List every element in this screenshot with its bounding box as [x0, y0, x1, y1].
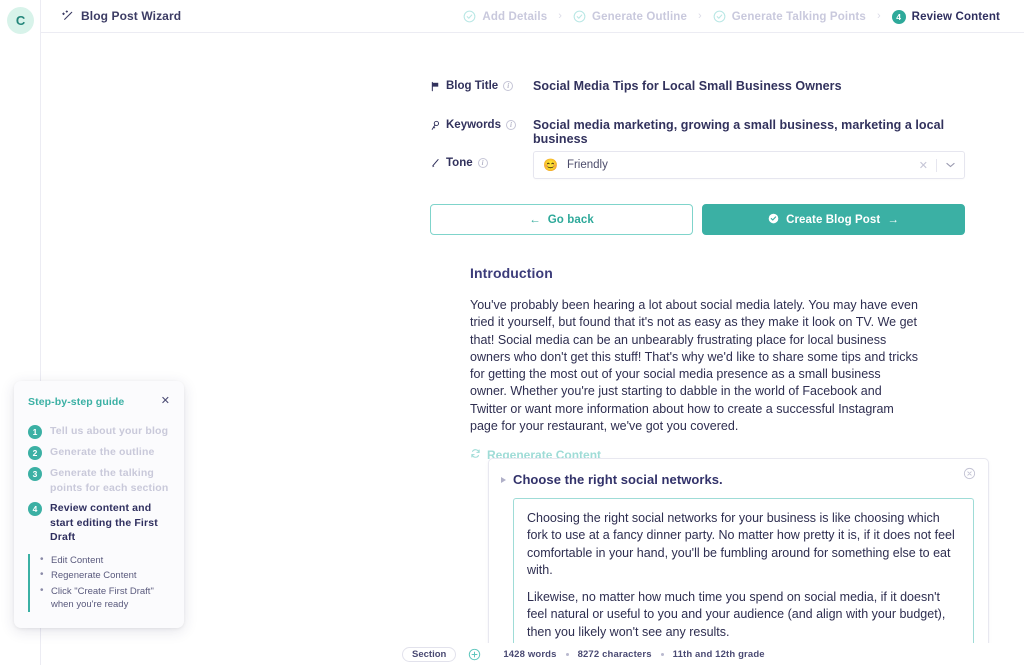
separator-dot — [566, 653, 569, 656]
guide-header: Step-by-step guide ✕ — [28, 396, 170, 408]
blog-title-label-text: Blog Title — [446, 80, 498, 92]
chevron-down-icon[interactable] — [937, 162, 964, 168]
main-content: Blog Title i Social Media Tips for Local… — [41, 33, 1024, 665]
guide-step-badge: 4 — [28, 502, 42, 516]
introduction-block: Introduction You've probably been hearin… — [470, 265, 921, 464]
field-tone: Tone i 😊 Friendly ✕ — [430, 156, 965, 196]
section-paragraph: Choosing the right social networks for y… — [527, 510, 960, 579]
status-bar: Section 1428 words 8272 characters 11th … — [82, 643, 1024, 665]
arrow-left-icon: ← — [529, 214, 541, 226]
plus-circle-icon[interactable] — [468, 648, 481, 661]
blog-meta-form: Blog Title i Social Media Tips for Local… — [430, 79, 965, 196]
info-icon[interactable]: i — [506, 120, 516, 130]
close-x-icon[interactable]: ✕ — [161, 396, 170, 407]
pen-icon — [430, 158, 441, 169]
document-stats: 1428 words 8272 characters 11th and 12th… — [503, 649, 764, 660]
go-back-label: Go back — [548, 214, 594, 226]
wizard-title-label: Blog Post Wizard — [81, 9, 181, 23]
guide-step-2: 2 Generate the outline — [28, 445, 170, 460]
top-bar: Blog Post Wizard Add Details › Generate — [41, 0, 1024, 33]
guide-bullet: Click "Create First Draft" when you're r… — [40, 585, 170, 612]
triangle-right-icon[interactable] — [501, 477, 506, 483]
avatar[interactable]: C — [7, 7, 34, 34]
go-back-button[interactable]: ← Go back — [430, 204, 693, 235]
character-count: 8272 characters — [578, 649, 652, 660]
guide-bullet: Edit Content — [40, 554, 170, 568]
magic-wand-icon — [62, 10, 74, 22]
separator-dot — [661, 653, 664, 656]
guide-bullet: Regenerate Content — [40, 569, 170, 583]
section-card: Choose the right social networks. Choosi… — [488, 458, 989, 665]
guide-step-badge: 3 — [28, 467, 42, 481]
guide-steps: 1 Tell us about your blog 2 Generate the… — [28, 424, 170, 545]
info-icon[interactable]: i — [503, 81, 513, 91]
info-icon[interactable]: i — [478, 158, 488, 168]
step-review-content[interactable]: 4 Review Content — [892, 10, 1000, 24]
step-label: Add Details — [482, 11, 547, 23]
wizard-title: Blog Post Wizard — [62, 9, 181, 23]
keywords-label: Keywords i — [430, 118, 533, 131]
guide-step-3: 3 Generate the talking points for each s… — [28, 466, 170, 495]
circle-check-icon — [713, 10, 726, 23]
circle-check-icon — [573, 10, 586, 23]
tone-selected-value: Friendly — [567, 159, 608, 171]
step-label: Generate Talking Points — [732, 11, 866, 23]
create-blog-post-label: Create Blog Post — [786, 214, 880, 226]
step-label: Generate Outline — [592, 11, 687, 23]
create-blog-post-button[interactable]: Create Blog Post → — [702, 204, 965, 235]
arrow-right-icon: → — [887, 214, 899, 226]
section-pill[interactable]: Section — [402, 647, 456, 662]
wizard-actions: ← Go back Create Blog Post → — [430, 204, 965, 235]
guide-title: Step-by-step guide — [28, 396, 124, 408]
guide-step-badge: 1 — [28, 425, 42, 439]
guide-step-text: Review content and start editing the Fir… — [50, 501, 170, 545]
guide-step-1: 1 Tell us about your blog — [28, 424, 170, 439]
breadcrumb: Add Details › Generate Outline › Gen — [463, 0, 1000, 33]
step-number-badge: 4 — [892, 10, 906, 24]
reading-grade: 11th and 12th grade — [673, 649, 765, 660]
section-paragraph: Likewise, no matter how much time you sp… — [527, 589, 960, 641]
step-by-step-guide-panel: Step-by-step guide ✕ 1 Tell us about you… — [14, 381, 184, 628]
section-header: Choose the right social networks. — [499, 472, 974, 487]
breadcrumb-separator: › — [877, 11, 881, 22]
keywords-value[interactable]: Social media marketing, growing a small … — [533, 118, 965, 146]
tone-select[interactable]: 😊 Friendly ✕ — [533, 151, 965, 179]
circle-check-icon — [463, 10, 476, 23]
guide-bullets: Edit Content Regenerate Content Click "C… — [28, 554, 170, 612]
refresh-icon — [470, 448, 481, 462]
breadcrumb-separator: › — [558, 11, 562, 22]
word-count: 1428 words — [503, 649, 556, 660]
breadcrumb-separator: › — [698, 11, 702, 22]
section-title[interactable]: Choose the right social networks. — [513, 472, 723, 487]
tone-label: Tone i — [430, 156, 533, 169]
step-label: Review Content — [912, 11, 1000, 23]
introduction-body[interactable]: You've probably been hearing a lot about… — [470, 297, 921, 435]
key-icon — [430, 120, 441, 131]
guide-step-4: 4 Review content and start editing the F… — [28, 501, 170, 545]
smiley-icon: 😊 — [543, 159, 558, 171]
guide-step-text: Generate the outline — [50, 445, 155, 460]
app-root: C Blog Post Wizard — [0, 0, 1024, 665]
keywords-label-text: Keywords — [446, 119, 501, 131]
guide-step-text: Generate the talking points for each sec… — [50, 466, 170, 495]
tone-controls: ✕ — [911, 159, 964, 172]
tone-label-text: Tone — [446, 157, 473, 169]
step-generate-talking-points[interactable]: Generate Talking Points — [713, 10, 866, 23]
step-add-details[interactable]: Add Details — [463, 10, 547, 23]
check-circle-icon — [768, 213, 779, 227]
guide-step-badge: 2 — [28, 446, 42, 460]
guide-step-text: Tell us about your blog — [50, 424, 168, 439]
blog-title-label: Blog Title i — [430, 79, 533, 92]
blog-title-value[interactable]: Social Media Tips for Local Small Busine… — [533, 79, 842, 93]
section-editor[interactable]: Choosing the right social networks for y… — [513, 498, 974, 665]
circle-x-icon[interactable] — [963, 467, 976, 480]
flag-icon — [430, 81, 441, 92]
introduction-heading: Introduction — [470, 265, 921, 281]
clear-x-icon[interactable]: ✕ — [911, 159, 936, 172]
step-generate-outline[interactable]: Generate Outline — [573, 10, 687, 23]
field-blog-title: Blog Title i Social Media Tips for Local… — [430, 79, 965, 118]
